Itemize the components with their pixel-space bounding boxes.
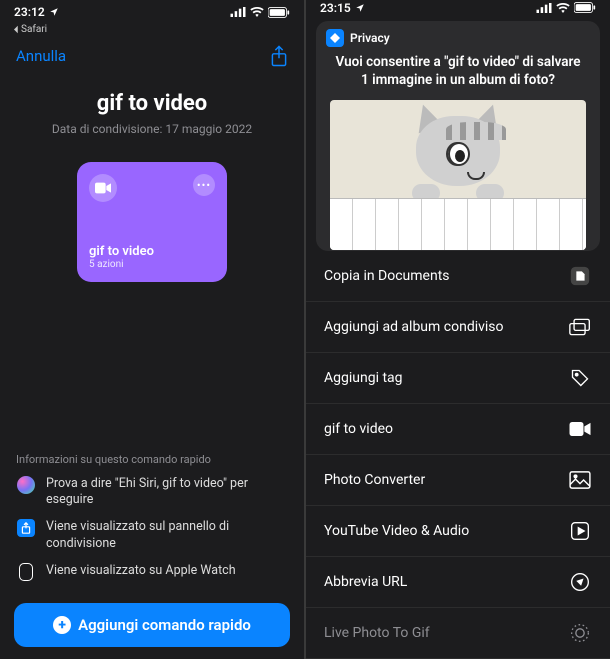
siri-tip-row: Prova a dire "Ehi Siri, gif to video" pe… <box>16 476 288 510</box>
share-action-label: YouTube Video & Audio <box>324 523 469 539</box>
privacy-prompt: Privacy Vuoi consentire a "gif to video"… <box>316 21 600 251</box>
share-action-photo-converter[interactable]: Photo Converter <box>306 455 610 506</box>
share-action-youtube[interactable]: YouTube Video & Audio <box>306 506 610 557</box>
share-icon <box>270 45 288 67</box>
share-action-gif-to-video[interactable]: gif to video <box>306 404 610 455</box>
share-action-label: gif to video <box>324 421 393 437</box>
signal-icon <box>230 7 246 17</box>
documents-app-icon <box>568 264 592 288</box>
plus-icon: + <box>53 616 71 634</box>
play-icon <box>568 519 592 543</box>
card-title: gif to video <box>89 244 215 259</box>
share-sheet-screen: 23:15 Privacy Vuoi consentire a "gif to … <box>306 0 610 659</box>
title-block: gif to video Data di condivisione: 17 ma… <box>0 71 304 144</box>
share-button[interactable] <box>270 45 288 67</box>
location-icon <box>49 7 59 17</box>
share-action-live-photo[interactable]: Live Photo To Gif <box>306 608 610 659</box>
card-more-button[interactable]: ••• <box>193 174 215 196</box>
share-action-label: Live Photo To Gif <box>324 625 430 641</box>
back-app-label: Safari <box>21 24 47 35</box>
add-shortcut-label: Aggiungi comando rapido <box>78 616 251 634</box>
battery-icon <box>574 2 596 13</box>
add-shortcut-button[interactable]: + Aggiungi comando rapido <box>14 603 290 647</box>
wifi-icon <box>250 7 264 17</box>
share-action-copy-documents[interactable]: Copia in Documents <box>306 251 610 302</box>
live-photo-icon <box>568 621 592 645</box>
info-heading: Informazioni su questo comando rapido <box>16 453 288 466</box>
tag-icon <box>568 366 592 390</box>
share-action-shorten-url[interactable]: Abbrevia URL <box>306 557 610 608</box>
share-sheet-tip-text: Viene visualizzato sul pannello di condi… <box>46 519 288 553</box>
watch-tip-text: Viene visualizzato su Apple Watch <box>46 563 236 580</box>
shortcuts-app-icon <box>326 29 344 47</box>
siri-icon <box>17 476 35 494</box>
watch-tip-row: Viene visualizzato su Apple Watch <box>16 563 288 581</box>
share-action-label: Aggiungi tag <box>324 370 403 386</box>
card-actions-count: 5 azioni <box>89 259 215 270</box>
share-action-shared-album[interactable]: Aggiungi ad album condiviso <box>306 302 610 353</box>
siri-tip-text: Prova a dire "Ehi Siri, gif to video" pe… <box>46 476 288 510</box>
preview-image <box>330 100 586 250</box>
share-action-add-tag[interactable]: Aggiungi tag <box>306 353 610 404</box>
shortcut-card[interactable]: ••• gif to video 5 azioni <box>77 162 227 282</box>
wifi-icon <box>556 3 570 13</box>
status-bar: 23:12 <box>0 0 304 24</box>
share-date: Data di condivisione: 17 maggio 2022 <box>16 122 288 136</box>
nav-bar: Annulla <box>0 39 304 71</box>
card-app-icon <box>89 174 117 202</box>
status-time: 23:12 <box>14 5 45 19</box>
status-time: 23:15 <box>320 1 351 15</box>
chevron-left-icon <box>12 25 19 34</box>
status-bar: 23:15 <box>306 0 610 15</box>
cancel-button[interactable]: Annulla <box>16 47 66 65</box>
back-to-app[interactable]: Safari <box>0 24 304 39</box>
info-section: Informazioni su questo comando rapido Pr… <box>0 453 304 604</box>
shortcut-detail-screen: 23:12 Safari Annulla gif to video Data d… <box>0 0 306 659</box>
share-sheet-tip-row: Viene visualizzato sul pannello di condi… <box>16 519 288 553</box>
signal-icon <box>536 3 552 13</box>
shared-album-icon <box>568 315 592 339</box>
privacy-title: Privacy <box>350 31 390 45</box>
location-icon <box>355 3 365 13</box>
battery-icon <box>268 7 290 18</box>
image-icon <box>568 468 592 492</box>
share-action-label: Copia in Documents <box>324 268 450 284</box>
compass-icon <box>568 570 592 594</box>
share-action-label: Abbrevia URL <box>324 574 407 590</box>
video-icon <box>568 417 592 441</box>
share-actions-list: Copia in Documents Aggiungi ad album con… <box>306 251 610 659</box>
share-action-label: Aggiungi ad album condiviso <box>324 319 504 335</box>
apple-watch-icon <box>19 563 33 581</box>
privacy-question: Vuoi consentire a "gif to video" di salv… <box>316 51 600 99</box>
video-icon <box>95 182 111 194</box>
share-sheet-icon <box>17 519 35 537</box>
shortcut-title: gif to video <box>16 91 288 116</box>
share-action-label: Photo Converter <box>324 472 425 488</box>
